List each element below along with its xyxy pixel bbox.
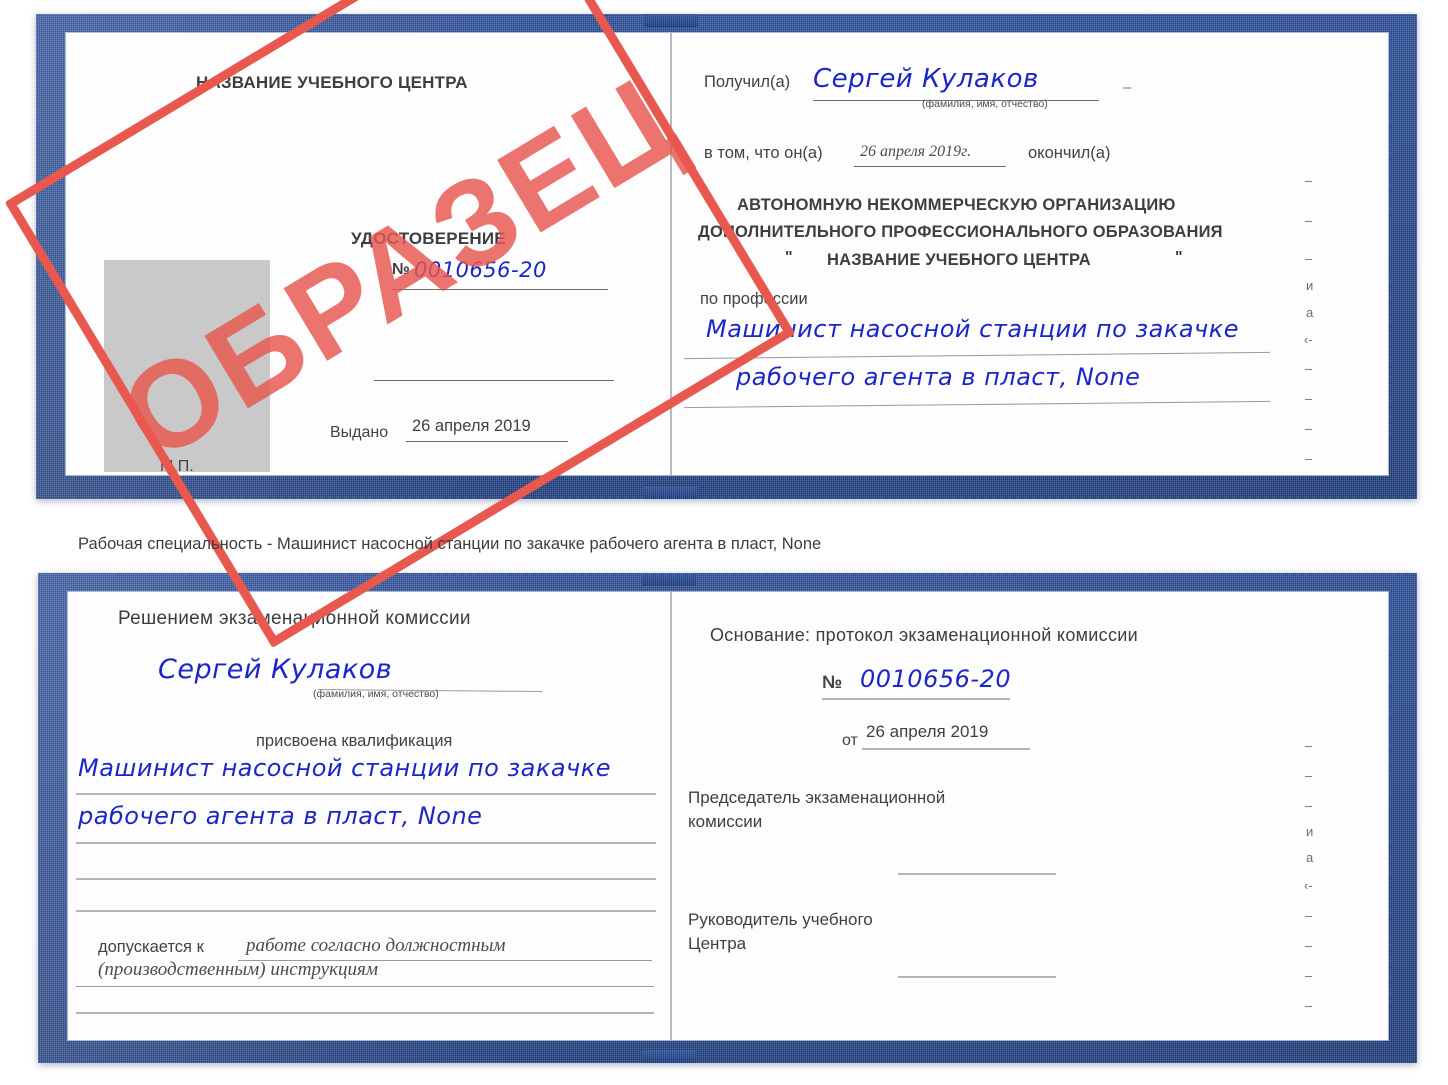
seal-label: М.П.: [160, 458, 194, 475]
received-dash: –: [1123, 79, 1132, 96]
org-line-3: НАЗВАНИЕ УЧЕБНОГО ЦЕНТРА: [827, 251, 1091, 269]
caption-text: Рабочая специальность - Машинист насосно…: [78, 535, 822, 553]
qualification-rule-1: [76, 793, 656, 795]
edge-glyph: –: [1305, 173, 1313, 188]
qualification-label: присвоена квалификация: [256, 732, 453, 750]
edge-glyph: –: [1305, 998, 1313, 1013]
chair-line-2: комиссии: [688, 812, 763, 831]
date-label-bottom: от: [842, 732, 858, 749]
head-line-2: Центра: [688, 934, 747, 953]
date-value-bottom: 26 апреля 2019: [866, 722, 989, 741]
edge-glyph: а: [1306, 850, 1314, 865]
edge-glyph: а: [1306, 305, 1314, 320]
qualification-line-2: рабочего агента в пласт, None: [78, 802, 483, 830]
name-value-bottom: Сергей Кулаков: [158, 654, 393, 685]
spine-tab-bottom-upper: [642, 573, 696, 586]
spine-tab-top-upper: [644, 14, 698, 27]
org-line-2: ДОПОЛНИТЕЛЬНОГО ПРОФЕССИОНАЛЬНОГО ОБРАЗО…: [698, 223, 1223, 241]
spine-tab-bottom-lower: [642, 1050, 696, 1063]
number-label-top: №: [392, 261, 410, 278]
issued-label: Выдано: [330, 424, 389, 441]
blank-rule-b1: [76, 878, 656, 880]
certificate-bottom-pages: Решением экзаменационной комиссии Сергей…: [68, 592, 1388, 1040]
edge-glyph: –: [1305, 251, 1313, 266]
fio-hint-top: (фамилия, имя, отчество): [922, 98, 1048, 110]
org-quote-close: ": [1175, 249, 1183, 266]
basis-label: Основание: протокол экзаменационной коми…: [710, 625, 1138, 645]
head-signature-rule: [898, 976, 1056, 978]
date-rule-bottom: [862, 748, 1030, 750]
admitted-line-1: работе согласно должностным: [246, 935, 506, 956]
edge-glyph: –: [1305, 738, 1313, 753]
edge-glyph: ‹-: [1304, 332, 1313, 347]
number-label-bottom: №: [822, 672, 843, 692]
edge-glyph: –: [1305, 908, 1313, 923]
admitted-line-2: (производственным) инструкциям: [98, 959, 378, 980]
top-right-page: Получил(а) Сергей Кулаков (фамилия, имя,…: [670, 33, 1388, 475]
completion-date: 26 апреля 2019г.: [860, 143, 972, 160]
edge-glyph: –: [1305, 798, 1313, 813]
org-line-1: АВТОНОМНУЮ НЕКОММЕРЧЕСКУЮ ОРГАНИЗАЦИЮ: [737, 196, 1176, 214]
blank-rule-b2: [76, 910, 656, 912]
number-rule-bottom: [822, 698, 1010, 700]
received-value: Сергей Кулаков: [813, 64, 1039, 94]
photo-placeholder: [104, 260, 270, 472]
admitted-label: допускается к: [98, 938, 204, 956]
edge-glyph: –: [1305, 421, 1313, 436]
edge-glyph: –: [1305, 938, 1313, 953]
edge-glyph: –: [1305, 213, 1313, 228]
received-label: Получил(а): [704, 73, 791, 91]
org-title-top-left: НАЗВАНИЕ УЧЕБНОГО ЦЕНТРА: [196, 73, 468, 92]
qualification-rule-2: [76, 842, 656, 844]
completion-rule: [854, 166, 1006, 167]
profession-rule-2: [684, 400, 1270, 409]
bottom-right-page: Основание: протокол экзаменационной коми…: [670, 592, 1388, 1040]
certificate-top-pages: НАЗВАНИЕ УЧЕБНОГО ЦЕНТРА УДОСТОВЕРЕНИЕ №…: [66, 33, 1388, 475]
number-rule-top: [392, 289, 608, 290]
edge-glyph: и: [1306, 278, 1314, 293]
top-left-page: НАЗВАНИЕ УЧЕБНОГО ЦЕНТРА УДОСТОВЕРЕНИЕ №…: [66, 33, 670, 475]
head-line-1: Руководитель учебного: [688, 910, 873, 929]
qualification-line-1: Машинист насосной станции по закачке: [78, 754, 611, 782]
number-value-bottom: 0010656-20: [860, 665, 1012, 693]
admitted-rule-3: [76, 1012, 654, 1014]
fio-hint-bottom: (фамилия, имя, отчество): [313, 688, 439, 700]
number-value-top: 0010656-20: [414, 258, 547, 282]
edge-glyph: –: [1305, 361, 1313, 376]
profession-rule-1: [684, 351, 1270, 360]
org-quote-open: ": [785, 249, 793, 266]
edge-glyph: ‹-: [1304, 878, 1313, 893]
profession-line-2: рабочего агента в пласт, None: [736, 363, 1141, 391]
commission-heading: Решением экзаменационной комиссии: [118, 608, 471, 629]
issued-rule: [406, 441, 568, 442]
bottom-left-page: Решением экзаменационной комиссии Сергей…: [68, 592, 670, 1040]
blank-rule-top: [374, 380, 614, 381]
finished-label: окончил(а): [1028, 144, 1111, 162]
admitted-rule-2: [76, 986, 654, 987]
profession-label: по профессии: [700, 290, 808, 308]
booklet-spine-top: [670, 33, 672, 475]
edge-glyph: –: [1305, 968, 1313, 983]
chair-line-1: Председатель экзаменационной: [688, 788, 946, 807]
issued-value: 26 апреля 2019: [412, 417, 531, 435]
in-that-label: в том, что он(а): [704, 144, 823, 162]
chair-signature-rule: [898, 873, 1056, 875]
spine-tab-top-lower: [644, 486, 698, 499]
booklet-spine-bottom: [670, 592, 672, 1040]
edge-glyph: –: [1305, 768, 1313, 783]
doc-title: УДОСТОВЕРЕНИЕ: [351, 229, 506, 248]
edge-glyph: и: [1306, 824, 1314, 839]
profession-line-1: Машинист насосной станции по закачке: [706, 315, 1239, 343]
edge-glyph: –: [1305, 391, 1313, 406]
edge-glyph: –: [1305, 451, 1313, 466]
